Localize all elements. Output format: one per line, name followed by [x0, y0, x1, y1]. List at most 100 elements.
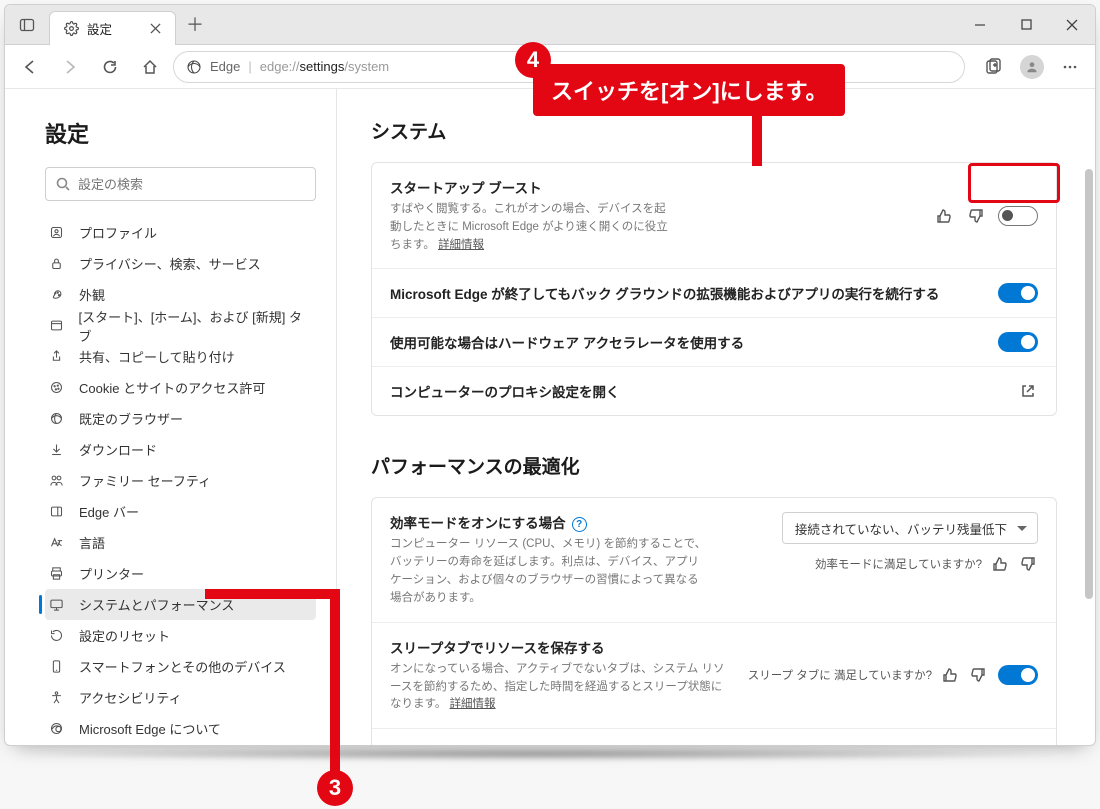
- callout-4-text: スイッチを[オン]にします。: [533, 64, 845, 116]
- sidebar-item-phone[interactable]: スマートフォンとその他のデバイス: [45, 651, 316, 682]
- thumb-up-icon[interactable]: [934, 206, 954, 226]
- forward-button[interactable]: [53, 51, 87, 83]
- thumb-down-icon[interactable]: [966, 206, 986, 226]
- bg-toggle[interactable]: [998, 283, 1038, 303]
- sidebar-item-share[interactable]: 共有、コピーして貼り付け: [45, 341, 316, 372]
- sidebar-item-a11y[interactable]: アクセシビリティ: [45, 682, 316, 713]
- settings-sidebar: 設定 プロファイルプライバシー、検索、サービス外観[スタート]、[ホーム]、およ…: [5, 89, 337, 745]
- thumb-down-icon[interactable]: [1018, 554, 1038, 574]
- browser-tab[interactable]: 設定: [49, 11, 176, 45]
- user-icon: [49, 225, 67, 240]
- system-card: スタートアップ ブースト すばやく閲覧する。これがオンの場合、デバイスを起動した…: [371, 162, 1057, 416]
- back-button[interactable]: [13, 51, 47, 83]
- callout-4: 4 スイッチを[オン]にします。: [533, 64, 845, 116]
- hw-toggle[interactable]: [998, 332, 1038, 352]
- section-perf-title: パフォーマンスの最適化: [371, 452, 1057, 479]
- sidebar-item-brush[interactable]: 外観: [45, 279, 316, 310]
- sleep-details-link[interactable]: 詳細情報: [450, 698, 496, 710]
- external-link-icon: [1018, 381, 1038, 401]
- sleep-toggle[interactable]: [998, 665, 1038, 685]
- sidebar-item-reset[interactable]: 設定のリセット: [45, 620, 316, 651]
- sleep-feedback: スリープ タブに 満足していますか?: [748, 667, 932, 683]
- settings-search[interactable]: [45, 167, 316, 201]
- thumb-down-icon[interactable]: [968, 665, 988, 685]
- startup-title: スタートアップ ブースト: [390, 177, 673, 197]
- thumb-up-icon[interactable]: [990, 554, 1010, 574]
- settings-main: システム スタートアップ ブースト すばやく閲覧する。これがオンの場合、デバイス…: [337, 89, 1095, 745]
- sleep-desc: オンになっている場合、アクティブでないタブは、システム リソースを節約するため、…: [390, 661, 732, 714]
- row-startup-boost: スタートアップ ブースト すばやく閲覧する。これがオンの場合、デバイスを起動した…: [372, 163, 1056, 269]
- sidebar-item-label: プリンター: [79, 564, 144, 583]
- thumb-up-icon[interactable]: [940, 665, 960, 685]
- profile-avatar[interactable]: [1015, 51, 1049, 83]
- window-icon: [49, 318, 66, 333]
- row-sleep-tabs: スリープタブでリソースを保存する オンになっている場合、アクティブでないタブは、…: [372, 623, 1056, 729]
- sidebar-item-system[interactable]: システムとパフォーマンス: [45, 589, 316, 620]
- row-proxy[interactable]: コンピューターのプロキシ設定を開く: [372, 367, 1056, 415]
- callout-3-badge: 3: [317, 770, 353, 806]
- tab-title: 設定: [87, 19, 112, 38]
- info-icon[interactable]: ?: [572, 517, 587, 532]
- sidebar-item-download[interactable]: ダウンロード: [45, 434, 316, 465]
- sidebar-item-label: 外観: [79, 285, 105, 304]
- sidebar-item-label: アクセシビリティ: [79, 688, 182, 707]
- fade-title: スリープ中のタブのフェード: [390, 743, 982, 745]
- sidebar-item-label: 既定のブラウザー: [79, 409, 183, 428]
- sidebar-item-printer[interactable]: プリンター: [45, 558, 316, 589]
- tabs-panel-icon[interactable]: [5, 17, 49, 33]
- sidebar-item-lang[interactable]: 言語: [45, 527, 316, 558]
- home-button[interactable]: [133, 51, 167, 83]
- address-label: Edge: [210, 59, 240, 74]
- download-icon: [49, 442, 67, 457]
- maximize-button[interactable]: [1003, 5, 1049, 45]
- hw-title: 使用可能な場合はハードウェア アクセラレータを使用する: [390, 332, 982, 352]
- edge-icon: [186, 59, 202, 75]
- brush-icon: [49, 287, 67, 302]
- sidebar-item-lock[interactable]: プライバシー、検索、サービス: [45, 248, 316, 279]
- lang-icon: [49, 535, 67, 550]
- sidebar-item-sidebar[interactable]: Edge バー: [45, 496, 316, 527]
- printer-icon: [49, 566, 67, 581]
- browser-icon: [49, 411, 67, 426]
- new-tab-button[interactable]: ＋: [186, 16, 204, 34]
- more-menu-button[interactable]: [1053, 51, 1087, 83]
- perf-card: 効率モードをオンにする場合? コンピューター リソース (CPU、メモリ) を節…: [371, 497, 1057, 745]
- row-efficiency: 効率モードをオンにする場合? コンピューター リソース (CPU、メモリ) を節…: [372, 498, 1056, 622]
- sidebar-item-user[interactable]: プロファイル: [45, 217, 316, 248]
- minimize-button[interactable]: [957, 5, 1003, 45]
- row-hardware-accel: 使用可能な場合はハードウェア アクセラレータを使用する: [372, 318, 1056, 367]
- sidebar-item-family[interactable]: ファミリー セーフティ: [45, 465, 316, 496]
- sidebar-item-label: 共有、コピーして貼り付け: [79, 347, 235, 366]
- bg-title: Microsoft Edge が終了してもバック グラウンドの拡張機能およびアプ…: [390, 283, 982, 303]
- collections-icon[interactable]: [977, 51, 1011, 83]
- sidebar-icon: [49, 504, 67, 519]
- eff-feedback: 効率モードに満足していますか?: [815, 556, 982, 572]
- close-window-button[interactable]: [1049, 5, 1095, 45]
- search-input[interactable]: [78, 177, 305, 192]
- sidebar-item-label: ダウンロード: [79, 440, 157, 459]
- sidebar-item-browser[interactable]: 既定のブラウザー: [45, 403, 316, 434]
- phone-icon: [49, 659, 67, 674]
- startup-toggle[interactable]: [998, 206, 1038, 226]
- sidebar-item-label: Microsoft Edge について: [79, 719, 221, 738]
- url: edge://settings/system: [260, 59, 389, 74]
- startup-details-link[interactable]: 詳細情報: [438, 239, 484, 251]
- sidebar-item-edge[interactable]: Microsoft Edge について: [45, 713, 316, 744]
- sidebar-item-cookie[interactable]: Cookie とサイトのアクセス許可: [45, 372, 316, 403]
- proxy-title: コンピューターのプロキシ設定を開く: [390, 381, 1002, 401]
- family-icon: [49, 473, 67, 488]
- refresh-button[interactable]: [93, 51, 127, 83]
- efficiency-dropdown[interactable]: 接続されていない、バッテリ残量低下: [782, 512, 1038, 544]
- sidebar-item-label: Cookie とサイトのアクセス許可: [79, 378, 265, 397]
- scrollbar[interactable]: [1081, 89, 1095, 745]
- close-icon[interactable]: [150, 23, 161, 34]
- eff-desc: コンピューター リソース (CPU、メモリ) を節約することで、バッテリーの寿命…: [390, 536, 710, 607]
- sidebar-item-window[interactable]: [スタート]、[ホーム]、および [新規] タブ: [45, 310, 316, 341]
- search-icon: [56, 177, 70, 191]
- system-icon: [49, 597, 67, 612]
- eff-title: 効率モードをオンにする場合?: [390, 512, 766, 532]
- sleep-title: スリープタブでリソースを保存する: [390, 637, 732, 657]
- sidebar-item-label: プロファイル: [79, 223, 157, 242]
- edge-icon: [49, 721, 67, 736]
- share-icon: [49, 349, 67, 364]
